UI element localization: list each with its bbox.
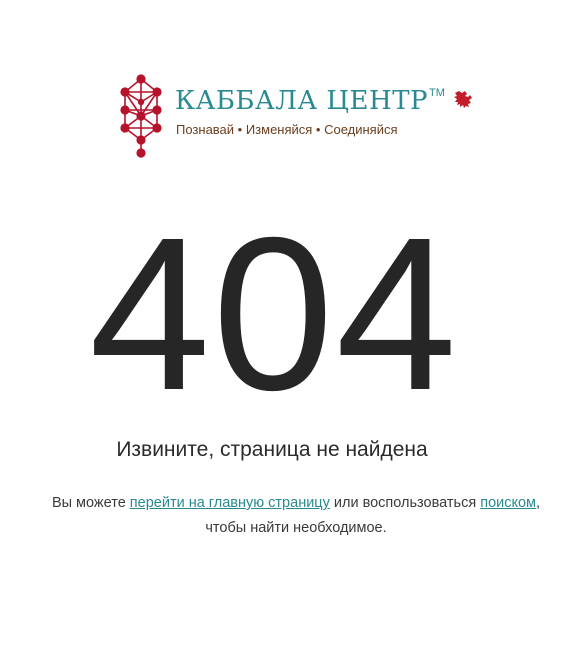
help-text-middle: или воспользоваться [329,495,481,511]
help-text-prefix: Вы можете [51,495,130,511]
error-message: Извините, страница не найдена [116,438,428,461]
trademark-symbol: TM [429,87,445,99]
logo-title: КАББАЛА ЦЕНТР [175,86,429,116]
search-link[interactable]: поиском [480,495,536,511]
help-text: Вы можете перейти на главную страницу ил… [0,491,567,541]
kabbalah-tree-of-life-icon [120,74,162,158]
help-text-line2: чтобы найти необходимое. [205,520,387,536]
site-logo[interactable]: КАББАЛА ЦЕНТР TM Познавай • Изменяйся • … [116,72,476,164]
help-text-suffix: , [536,495,541,511]
logo-tagline: Познавай • Изменяйся • Соединяйся [176,122,398,137]
error-code: 404 [89,193,459,436]
lion-emblem-icon [454,91,472,108]
home-page-link[interactable]: перейти на главную страницу [130,495,330,511]
